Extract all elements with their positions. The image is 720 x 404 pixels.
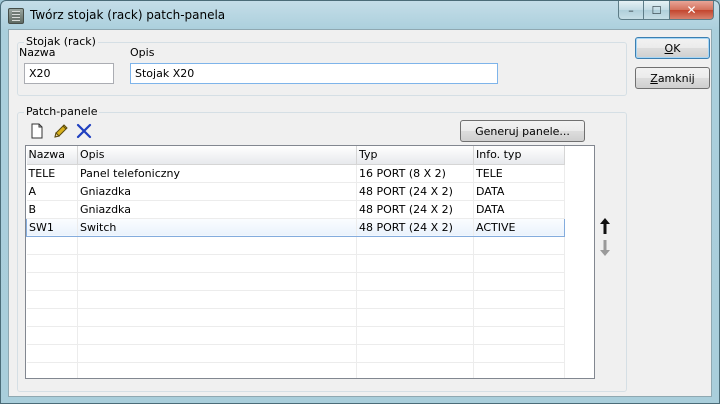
cell-description (77, 362, 357, 378)
cell-name: SW1 (26, 217, 78, 237)
cell-info-type (473, 290, 565, 309)
cell-name (26, 326, 78, 345)
cell-type (356, 362, 474, 378)
empty-table-row (26, 362, 565, 378)
close-window-button[interactable]: ✕ (670, 1, 714, 20)
cell-type (356, 326, 474, 345)
patch-panels-group-label: Patch-panele (24, 105, 100, 118)
cell-type (356, 236, 474, 255)
table-row[interactable]: TELE Panel telefoniczny 16 PORT (8 X 2) TEL… (26, 164, 565, 183)
cell-info-type (473, 344, 565, 363)
arrow-up-icon[interactable] (598, 216, 612, 236)
new-document-icon[interactable] (28, 122, 46, 140)
cell-type: 48 PORT (24 X 2) (356, 217, 474, 237)
cell-description: Gniazdka (77, 200, 357, 219)
empty-table-row (26, 308, 565, 327)
cell-type (356, 254, 474, 273)
table-row[interactable]: SW1 Switch 48 PORT (24 X 2) ACTIVE (26, 217, 565, 237)
table-row[interactable]: A Gniazdka 48 PORT (24 X 2) DATA (26, 182, 565, 201)
cell-info-type: TELE (473, 164, 565, 183)
empty-table-row (26, 326, 565, 345)
cell-type: 16 PORT (8 X 2) (356, 164, 474, 183)
cell-description: Gniazdka (77, 182, 357, 201)
maximize-button[interactable]: ☐ (644, 1, 670, 20)
cell-name (26, 362, 78, 378)
cell-name (26, 344, 78, 363)
close-button[interactable]: Zamknij (635, 67, 710, 89)
empty-table-row (26, 236, 565, 255)
cell-type: 48 PORT (24 X 2) (356, 200, 474, 219)
close-icon: ✕ (686, 3, 697, 17)
cell-name (26, 308, 78, 327)
cell-name (26, 290, 78, 309)
cell-info-type (473, 254, 565, 273)
dialog-window: Twórz stojak (rack) patch-panela – ☐ ✕ S… (0, 0, 720, 404)
cell-description (77, 254, 357, 273)
column-header-info-type[interactable]: Info. typ (473, 146, 565, 165)
column-header-type[interactable]: Typ (356, 146, 474, 165)
column-header-description[interactable]: Opis (77, 146, 357, 165)
window-controls: – ☐ ✕ (618, 1, 714, 20)
ok-button[interactable]: OK (635, 37, 710, 59)
cell-name (26, 272, 78, 291)
empty-table-row (26, 344, 565, 363)
ok-button-label: OK (664, 41, 681, 55)
rack-app-icon (8, 8, 24, 24)
cell-type (356, 290, 474, 309)
patch-panels-table: Nazwa Opis Typ Info. typ TELE Panel telef… (26, 146, 565, 378)
rack-name-label: Nazwa (19, 46, 56, 59)
cell-info-type (473, 272, 565, 291)
maximize-icon: ☐ (651, 3, 662, 17)
arrow-down-icon[interactable] (598, 238, 612, 258)
empty-table-row (26, 290, 565, 309)
rack-name-input[interactable]: X20 (24, 63, 114, 84)
delete-x-icon[interactable] (75, 122, 93, 140)
cell-info-type: ACTIVE (473, 217, 565, 237)
cell-name: TELE (26, 164, 78, 183)
cell-name (26, 236, 78, 255)
dialog-client-area: Stojak (rack) Nazwa X20 Opis Stojak X20 … (8, 29, 712, 397)
cell-description (77, 236, 357, 255)
title-bar[interactable]: Twórz stojak (rack) patch-panela – ☐ ✕ (1, 1, 719, 29)
cell-type (356, 344, 474, 363)
empty-table-row (26, 272, 565, 291)
rack-desc-input[interactable]: Stojak X20 (130, 63, 498, 84)
cell-description (77, 272, 357, 291)
cell-type: 48 PORT (24 X 2) (356, 182, 474, 201)
cell-type (356, 272, 474, 291)
cell-info-type: DATA (473, 182, 565, 201)
minimize-button[interactable]: – (618, 1, 644, 20)
close-button-label: Zamknij (650, 71, 695, 85)
cell-description (77, 344, 357, 363)
column-header-name[interactable]: Nazwa (26, 146, 78, 165)
cell-info-type (473, 308, 565, 327)
cell-info-type (473, 326, 565, 345)
cell-description (77, 308, 357, 327)
rack-desc-label: Opis (130, 46, 155, 59)
table-row[interactable]: B Gniazdka 48 PORT (24 X 2) DATA (26, 200, 565, 219)
pencil-icon[interactable] (52, 122, 70, 140)
generate-panels-label: Generuj panele... (475, 124, 570, 138)
cell-info-type: DATA (473, 200, 565, 219)
patch-panels-grid[interactable]: Nazwa Opis Typ Info. typ TELE Panel telef… (25, 145, 595, 379)
cell-description (77, 326, 357, 345)
cell-info-type (473, 236, 565, 255)
cell-description: Switch (77, 217, 357, 237)
cell-name: B (26, 200, 78, 219)
minimize-icon: – (628, 3, 634, 17)
cell-info-type (473, 362, 565, 378)
window-title: Twórz stojak (rack) patch-panela (30, 8, 226, 22)
cell-name (26, 254, 78, 273)
cell-description: Panel telefoniczny (77, 164, 357, 183)
cell-description (77, 290, 357, 309)
cell-type (356, 308, 474, 327)
empty-table-row (26, 254, 565, 273)
grid-header-row: Nazwa Opis Typ Info. typ (26, 146, 565, 165)
cell-name: A (26, 182, 78, 201)
generate-panels-button[interactable]: Generuj panele... (460, 120, 585, 142)
